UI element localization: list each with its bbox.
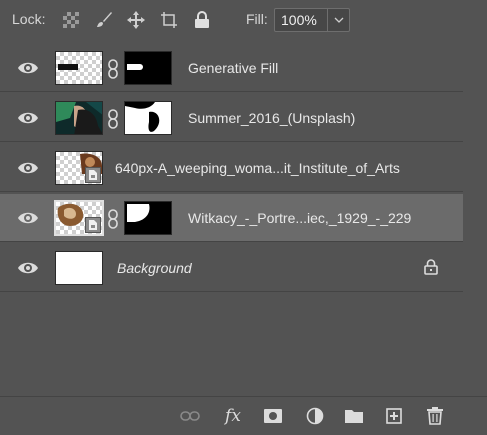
mask-content [127, 64, 143, 70]
link-icon[interactable] [107, 59, 119, 79]
scrollbar-track[interactable] [463, 44, 487, 396]
layer-name[interactable]: Generative Fill [188, 60, 278, 76]
mask-content [125, 102, 160, 132]
eye-icon[interactable] [17, 160, 39, 176]
layer-thumbnail[interactable] [55, 251, 103, 285]
fill-field[interactable]: 100% [274, 8, 350, 32]
layer-name[interactable]: 640px-A_weeping_woma...it_Institute_of_A… [115, 160, 400, 176]
layers-panel-footer: fx [0, 396, 487, 435]
layer-mask-thumbnail[interactable] [124, 201, 172, 235]
lock-transparent-pixels-icon[interactable] [61, 10, 81, 30]
thumbnail-content [58, 64, 78, 70]
smart-object-icon [85, 217, 101, 233]
add-mask-icon[interactable] [263, 406, 283, 426]
layer-name[interactable]: Background [117, 260, 192, 276]
smart-object-icon [85, 167, 101, 183]
lock-position-icon[interactable] [126, 10, 146, 30]
lock-artboard-icon[interactable] [159, 10, 179, 30]
link-icon[interactable] [107, 209, 119, 229]
layer-row[interactable]: Summer_2016_(Unsplash) [0, 94, 463, 142]
layer-row-selected[interactable]: Witkacy_-_Portre...iec,_1929_-_229 [0, 194, 463, 242]
delete-layer-icon[interactable] [425, 406, 445, 426]
new-group-icon[interactable] [344, 406, 364, 426]
lock-icon[interactable] [424, 259, 438, 275]
layer-row[interactable]: 640px-A_weeping_woma...it_Institute_of_A… [0, 144, 463, 192]
layer-mask-thumbnail[interactable] [124, 51, 172, 85]
link-icon[interactable] [107, 109, 119, 129]
link-layers-icon[interactable] [180, 406, 200, 426]
chevron-down-icon[interactable] [328, 17, 349, 23]
eye-icon[interactable] [17, 210, 39, 226]
thumbnail-photo [56, 102, 102, 134]
layer-thumbnail[interactable] [55, 101, 103, 135]
new-layer-icon[interactable] [384, 406, 404, 426]
layers-options-bar: Lock: Fill: 100% [0, 0, 487, 38]
layer-thumbnail[interactable] [54, 200, 104, 236]
layer-mask-thumbnail[interactable] [124, 101, 172, 135]
adjustment-layer-icon[interactable] [305, 406, 325, 426]
layer-thumbnail[interactable] [55, 151, 103, 185]
fx-label: fx [225, 406, 241, 426]
fill-label: Fill: [246, 11, 268, 27]
lock-all-icon[interactable] [192, 10, 212, 30]
layer-row[interactable]: Background [0, 244, 463, 292]
eye-icon[interactable] [17, 110, 39, 126]
fill-value[interactable]: 100% [275, 12, 327, 28]
eye-icon[interactable] [17, 60, 39, 76]
layer-name[interactable]: Summer_2016_(Unsplash) [188, 110, 355, 126]
eye-icon[interactable] [17, 260, 39, 276]
lock-image-pixels-icon[interactable] [94, 10, 114, 30]
layer-thumbnail[interactable] [55, 51, 103, 85]
layer-row[interactable]: Generative Fill [0, 44, 463, 92]
lock-label: Lock: [12, 11, 46, 27]
fx-icon[interactable]: fx [223, 406, 243, 426]
layer-name[interactable]: Witkacy_-_Portre...iec,_1929_-_229 [188, 210, 411, 226]
mask-content [127, 204, 150, 222]
